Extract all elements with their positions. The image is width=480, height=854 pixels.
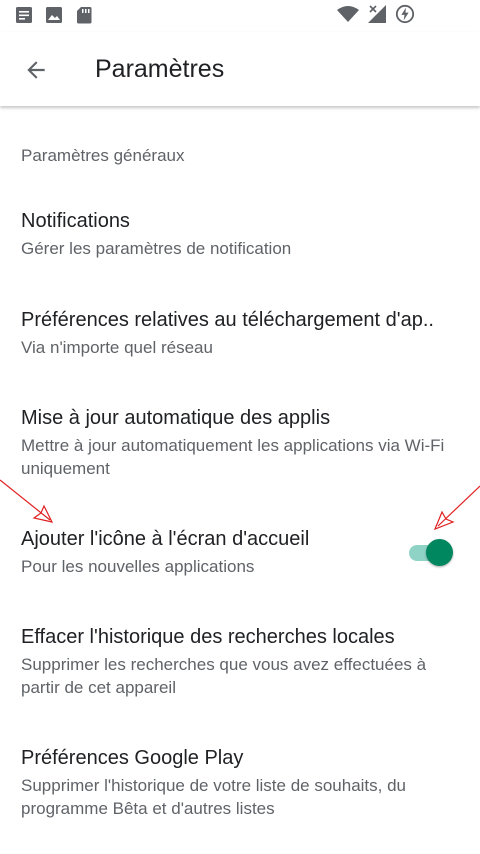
item-subtitle: Supprimer l'historique de votre liste de… [21, 776, 407, 818]
item-title: Notifications [21, 210, 130, 232]
page-title: Paramètres [95, 55, 225, 83]
item-title: Ajouter l'icône à l'écran d'accueil [21, 528, 310, 550]
app-bar: Paramètres [0, 32, 480, 106]
settings-item-google-play-preferences[interactable]: Préférences Google Play Supprimer l'hist… [21, 746, 461, 820]
arrow-left-icon [27, 61, 45, 79]
item-subtitle: Mettre à jour automatiquement les applic… [21, 436, 445, 478]
settings-item-add-home-icon[interactable]: Ajouter l'icône à l'écran d'accueil Pour… [21, 527, 381, 578]
annotation-arrow-right [433, 485, 480, 531]
item-subtitle: Gérer les paramètres de notification [21, 239, 292, 258]
item-subtitle: Supprimer les recherches que vous avez e… [21, 655, 427, 697]
settings-item-download-preferences[interactable]: Préférences relatives au téléchargement … [21, 308, 461, 359]
item-subtitle: Pour les nouvelles applications [21, 557, 255, 576]
item-title: Mise à jour automatique des applis [21, 407, 331, 429]
add-home-icon-toggle[interactable] [406, 537, 456, 567]
settings-item-clear-history[interactable]: Effacer l'historique des recherches loca… [21, 625, 461, 699]
item-title: Préférences Google Play [21, 747, 244, 769]
section-header: Paramètres généraux [21, 146, 185, 165]
settings-item-auto-update[interactable]: Mise à jour automatique des applis Mettr… [21, 406, 461, 480]
battery-charging-icon [395, 4, 415, 24]
back-button[interactable] [18, 52, 54, 88]
settings-item-notifications[interactable]: Notifications Gérer les paramètres de no… [21, 209, 461, 260]
item-subtitle: Via n'importe quel réseau [21, 338, 213, 357]
document-icon [16, 7, 32, 23]
annotation-arrow-left [0, 479, 54, 523]
signal-off-icon [368, 5, 386, 23]
item-title: Effacer l'historique des recherches loca… [21, 626, 395, 648]
wifi-icon [337, 6, 359, 22]
item-title: Préférences relatives au téléchargement … [21, 309, 434, 331]
image-icon [46, 7, 62, 23]
toggle-thumb [426, 539, 453, 566]
status-bar [0, 0, 480, 32]
sd-card-icon [77, 7, 92, 24]
